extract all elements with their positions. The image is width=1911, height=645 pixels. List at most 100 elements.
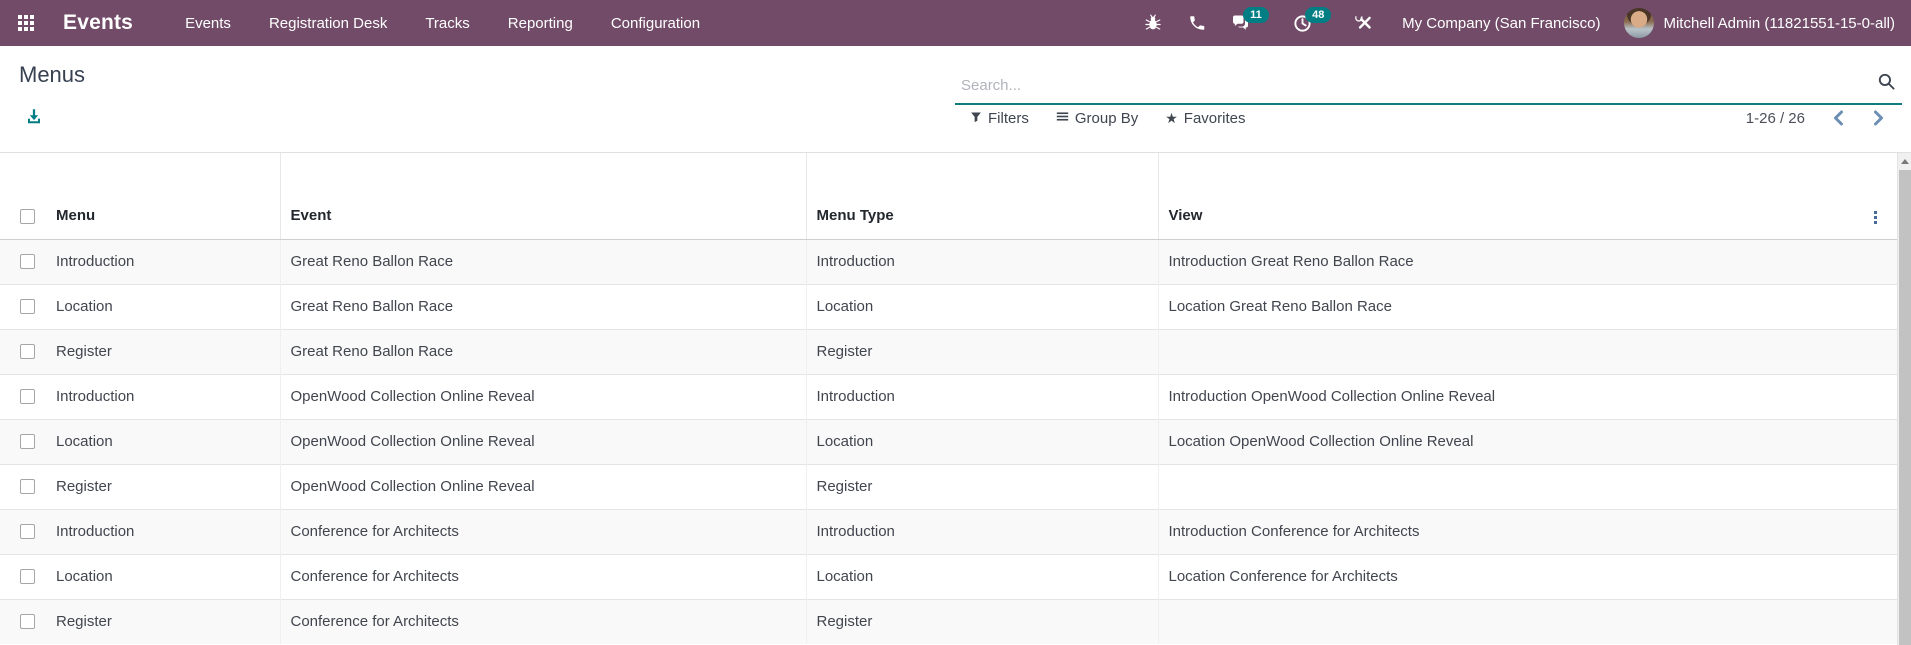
row-checkbox[interactable] [20,569,35,584]
table-row[interactable]: Location Conference for Architects Locatio… [0,553,1897,599]
menu-type-cell[interactable]: Location [805,553,1158,599]
view-cell[interactable] [1157,463,1853,509]
event-cell[interactable]: Great Reno Ballon Race [279,238,806,284]
menu-type-cell[interactable]: Introduction [805,238,1158,284]
row-checkbox[interactable] [20,389,35,404]
menu-cell[interactable]: Location [46,418,280,464]
menu-type-cell[interactable]: Register [805,328,1158,374]
event-cell[interactable]: Conference for Architects [279,553,806,599]
user-menu[interactable]: Mitchell Admin (11821551-15-0-all) [1624,8,1895,38]
table-row[interactable]: Introduction Great Reno Ballon Race Introd… [0,238,1897,284]
view-cell[interactable]: Introduction Conference for Architects [1157,508,1853,554]
menu-type-cell[interactable]: Register [805,463,1158,509]
row-checkbox[interactable] [20,299,35,314]
favorites-label: Favorites [1183,109,1246,127]
activities-icon[interactable]: 48 [1293,6,1332,33]
column-header-view[interactable]: View [1157,153,1853,240]
table-row[interactable]: Location OpenWood Collection Online Revea… [0,418,1897,464]
row-end-spacer [1853,508,1897,554]
menu-type-cell[interactable]: Introduction [805,373,1158,419]
menu-type-cell[interactable]: Introduction [805,508,1158,554]
row-checkbox[interactable] [20,254,35,269]
view-cell[interactable]: Location OpenWood Collection Online Reve… [1157,418,1853,464]
pager-next-icon[interactable] [1872,110,1885,126]
table-row[interactable]: Register OpenWood Collection Online Revea… [0,463,1897,509]
view-cell[interactable]: Location Great Reno Ballon Race [1157,283,1853,329]
view-cell[interactable] [1157,328,1853,374]
top-menu-item-tracks[interactable]: Tracks [425,15,469,32]
apps-menu-icon[interactable] [18,14,35,32]
company-switcher[interactable]: My Company (San Francisco) [1402,15,1600,32]
event-cell[interactable]: OpenWood Collection Online Reveal [279,463,806,509]
menu-cell[interactable]: Introduction [46,373,280,419]
search-input[interactable] [955,77,1877,103]
favorites-button[interactable]: ★ Favorites [1165,110,1245,127]
optional-columns-icon[interactable] [1868,210,1882,224]
menu-cell[interactable]: Register [46,598,280,644]
top-menu-item-events[interactable]: Events [185,15,231,32]
view-cell[interactable] [1157,598,1853,644]
row-end-spacer [1853,238,1897,284]
favorites-star-icon: ★ [1165,110,1178,126]
menu-cell[interactable]: Location [46,553,280,599]
row-checkbox[interactable] [20,614,35,630]
pager: 1-26 / 26 [1746,105,1885,131]
event-cell[interactable]: OpenWood Collection Online Reveal [279,418,806,464]
row-checkbox[interactable] [20,479,35,494]
menu-cell[interactable]: Introduction [46,238,280,284]
user-name: Mitchell Admin (11821551-15-0-all) [1663,14,1895,32]
event-cell[interactable]: Great Reno Ballon Race [279,328,806,374]
group-by-icon [1056,110,1069,127]
view-cell[interactable]: Introduction OpenWood Collection Online … [1157,373,1853,419]
menu-cell[interactable]: Location [46,283,280,329]
row-end-spacer [1853,418,1897,464]
top-menu: Events Registration Desk Tracks Reporting Co… [185,15,700,32]
export-button[interactable] [25,107,43,130]
event-cell[interactable]: Great Reno Ballon Race [279,283,806,329]
column-header-menu[interactable]: Menu [46,153,280,240]
vertical-scrollbar[interactable] [1897,153,1911,645]
row-checkbox[interactable] [20,434,35,449]
menu-type-cell[interactable]: Location [805,283,1158,329]
menu-cell[interactable]: Introduction [46,508,280,554]
search-bar [955,60,1902,105]
event-cell[interactable]: Conference for Architects [279,508,806,554]
view-cell[interactable]: Introduction Great Reno Ballon Race [1157,238,1853,284]
row-end-spacer [1853,553,1897,599]
user-avatar [1624,8,1655,38]
menu-cell[interactable]: Register [46,463,280,509]
menu-cell[interactable]: Register [46,328,280,374]
column-header-menu-type[interactable]: Menu Type [805,153,1158,240]
top-menu-item-reporting[interactable]: Reporting [508,15,573,32]
table-row[interactable]: Location Great Reno Ballon Race Location Lo… [0,283,1897,329]
table-row[interactable]: Introduction OpenWood Collection Online R… [0,373,1897,419]
event-cell[interactable]: Conference for Architects [279,598,806,644]
view-cell[interactable]: Location Conference for Architects [1157,553,1853,599]
column-header-event[interactable]: Event [279,153,806,240]
row-checkbox[interactable] [20,524,35,539]
menu-type-cell[interactable]: Location [805,418,1158,464]
search-icon[interactable] [1877,72,1902,103]
select-all-checkbox[interactable] [20,208,35,224]
table-row[interactable]: Introduction Conference for Architects Int… [0,508,1897,554]
app-name[interactable]: Events [63,11,133,35]
scrollbar-thumb[interactable] [1899,170,1911,645]
row-end-spacer [1853,328,1897,374]
group-by-button[interactable]: Group By [1056,110,1138,127]
scroll-up-icon[interactable] [1898,153,1911,170]
bug-icon[interactable] [1143,14,1162,33]
phone-icon[interactable] [1187,14,1206,33]
table-row[interactable]: Register Great Reno Ballon Race Register [0,328,1897,374]
row-checkbox[interactable] [20,344,35,359]
tools-icon[interactable] [1355,13,1374,33]
event-cell[interactable]: OpenWood Collection Online Reveal [279,373,806,419]
row-end-spacer [1853,463,1897,509]
table-row[interactable]: Register Conference for Architects Registe… [0,598,1897,644]
top-menu-item-configuration[interactable]: Configuration [611,15,700,32]
filters-button[interactable]: Filters [970,110,1029,127]
top-menu-item-registration-desk[interactable]: Registration Desk [269,15,387,32]
menu-type-cell[interactable]: Register [805,598,1158,644]
pager-previous-icon[interactable] [1832,110,1845,126]
messages-icon[interactable]: 11 [1231,6,1269,33]
search-options: Filters Group By ★ Favorites [970,105,1245,131]
